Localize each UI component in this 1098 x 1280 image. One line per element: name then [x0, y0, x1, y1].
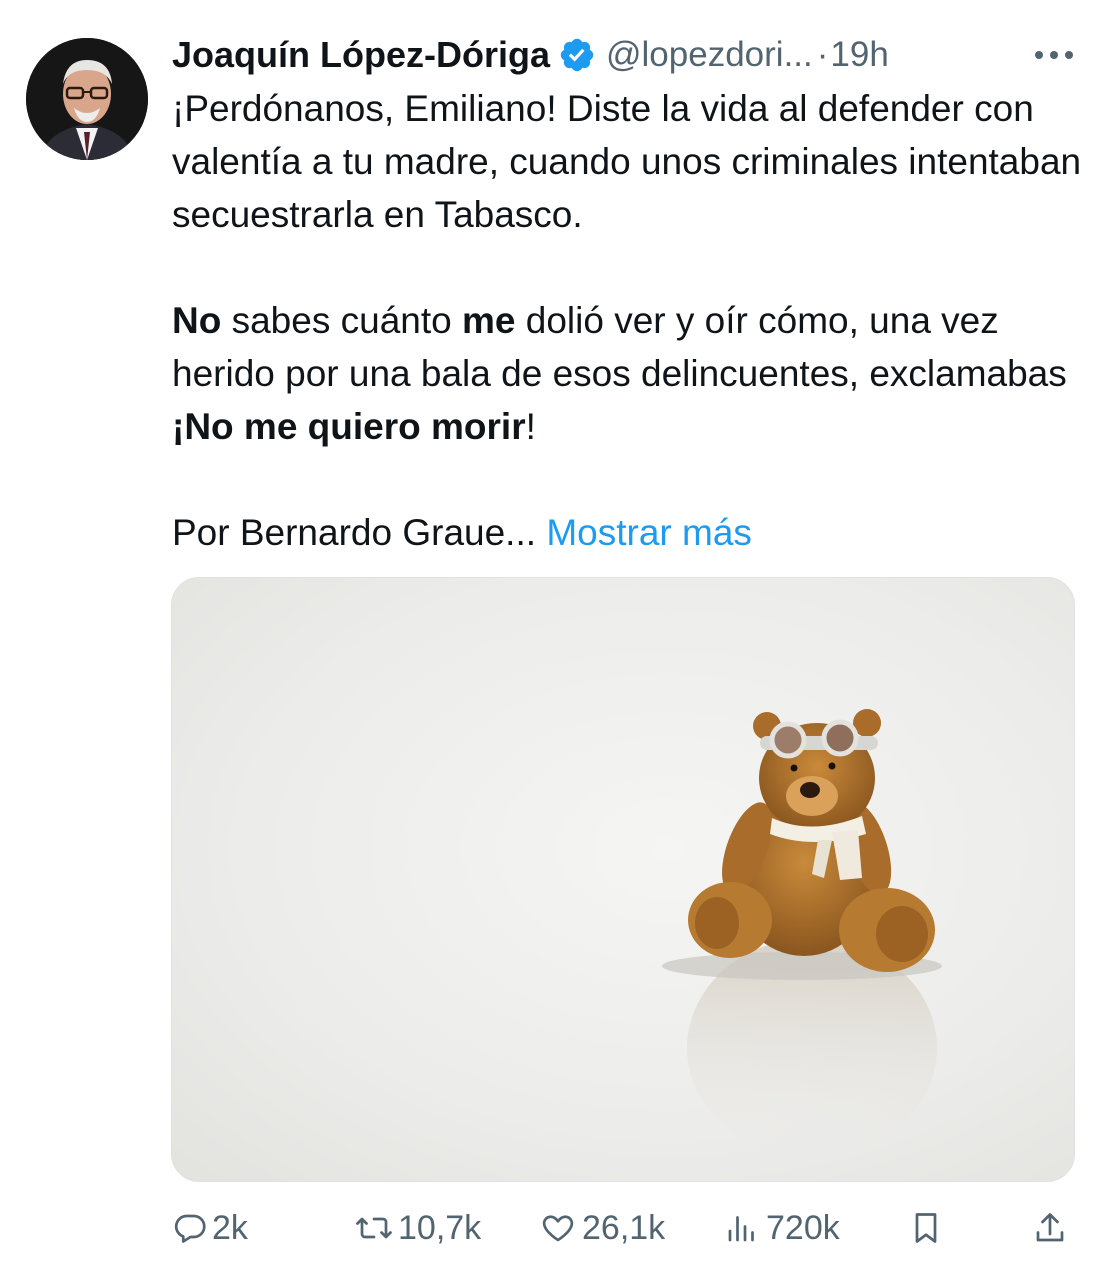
plain-text: Por Bernardo Graue...: [172, 512, 547, 553]
reply-count: 2k: [212, 1208, 248, 1247]
more-options-icon[interactable]: [1030, 40, 1078, 70]
repost-button[interactable]: 10,7k: [354, 1198, 481, 1258]
teddy-bear-image: [662, 709, 942, 1158]
tweet-paragraph-1: ¡Perdónanos, Emiliano! Diste la vida al …: [172, 88, 1082, 235]
tweet-header: Joaquín López-Dóriga @lopezdori... · 19h: [172, 30, 1078, 80]
repost-icon: [356, 1217, 392, 1239]
views-button[interactable]: 720k: [722, 1198, 840, 1258]
heart-icon: [542, 1215, 574, 1242]
tweet-media-image[interactable]: [171, 577, 1075, 1182]
verified-badge-icon: [560, 38, 594, 72]
author-name[interactable]: Joaquín López-Dóriga: [172, 34, 550, 76]
repost-count: 10,7k: [398, 1208, 482, 1247]
analytics-icon: [728, 1216, 754, 1242]
bookmark-icon: [915, 1213, 937, 1243]
share-button[interactable]: [1032, 1198, 1072, 1258]
bold-text: me: [462, 300, 516, 341]
reply-icon: [174, 1214, 206, 1243]
avatar[interactable]: [26, 38, 148, 160]
tweet-paragraph-3: Por Bernardo Graue... Mostrar más: [172, 506, 1082, 559]
tweet-actions: 2k 10,7k 26,1k 720k: [172, 1198, 1072, 1258]
tweet-paragraph-2: No sabes cuánto me dolió ver y oír cómo,…: [172, 294, 1082, 453]
show-more-link[interactable]: Mostrar más: [546, 512, 752, 553]
tweet-text: ¡Perdónanos, Emiliano! Diste la vida al …: [172, 82, 1082, 559]
author-handle[interactable]: @lopezdori...: [606, 35, 813, 75]
like-button[interactable]: 26,1k: [538, 1198, 665, 1258]
reply-button[interactable]: 2k: [172, 1198, 248, 1258]
bold-text: No: [172, 300, 222, 341]
bold-text: ¡No me quiero morir: [172, 406, 526, 447]
view-count: 720k: [766, 1208, 840, 1247]
avatar-photo-icon: [26, 38, 148, 160]
tweet[interactable]: Joaquín López-Dóriga @lopezdori... · 19h…: [0, 0, 1098, 1280]
like-count: 26,1k: [582, 1208, 666, 1247]
bookmark-button[interactable]: [908, 1198, 948, 1258]
plain-text: sabes cuánto: [221, 300, 462, 341]
plain-text: !: [525, 406, 536, 447]
share-icon: [1036, 1213, 1064, 1242]
timestamp[interactable]: 19h: [830, 35, 888, 75]
separator-dot: ·: [816, 35, 829, 74]
